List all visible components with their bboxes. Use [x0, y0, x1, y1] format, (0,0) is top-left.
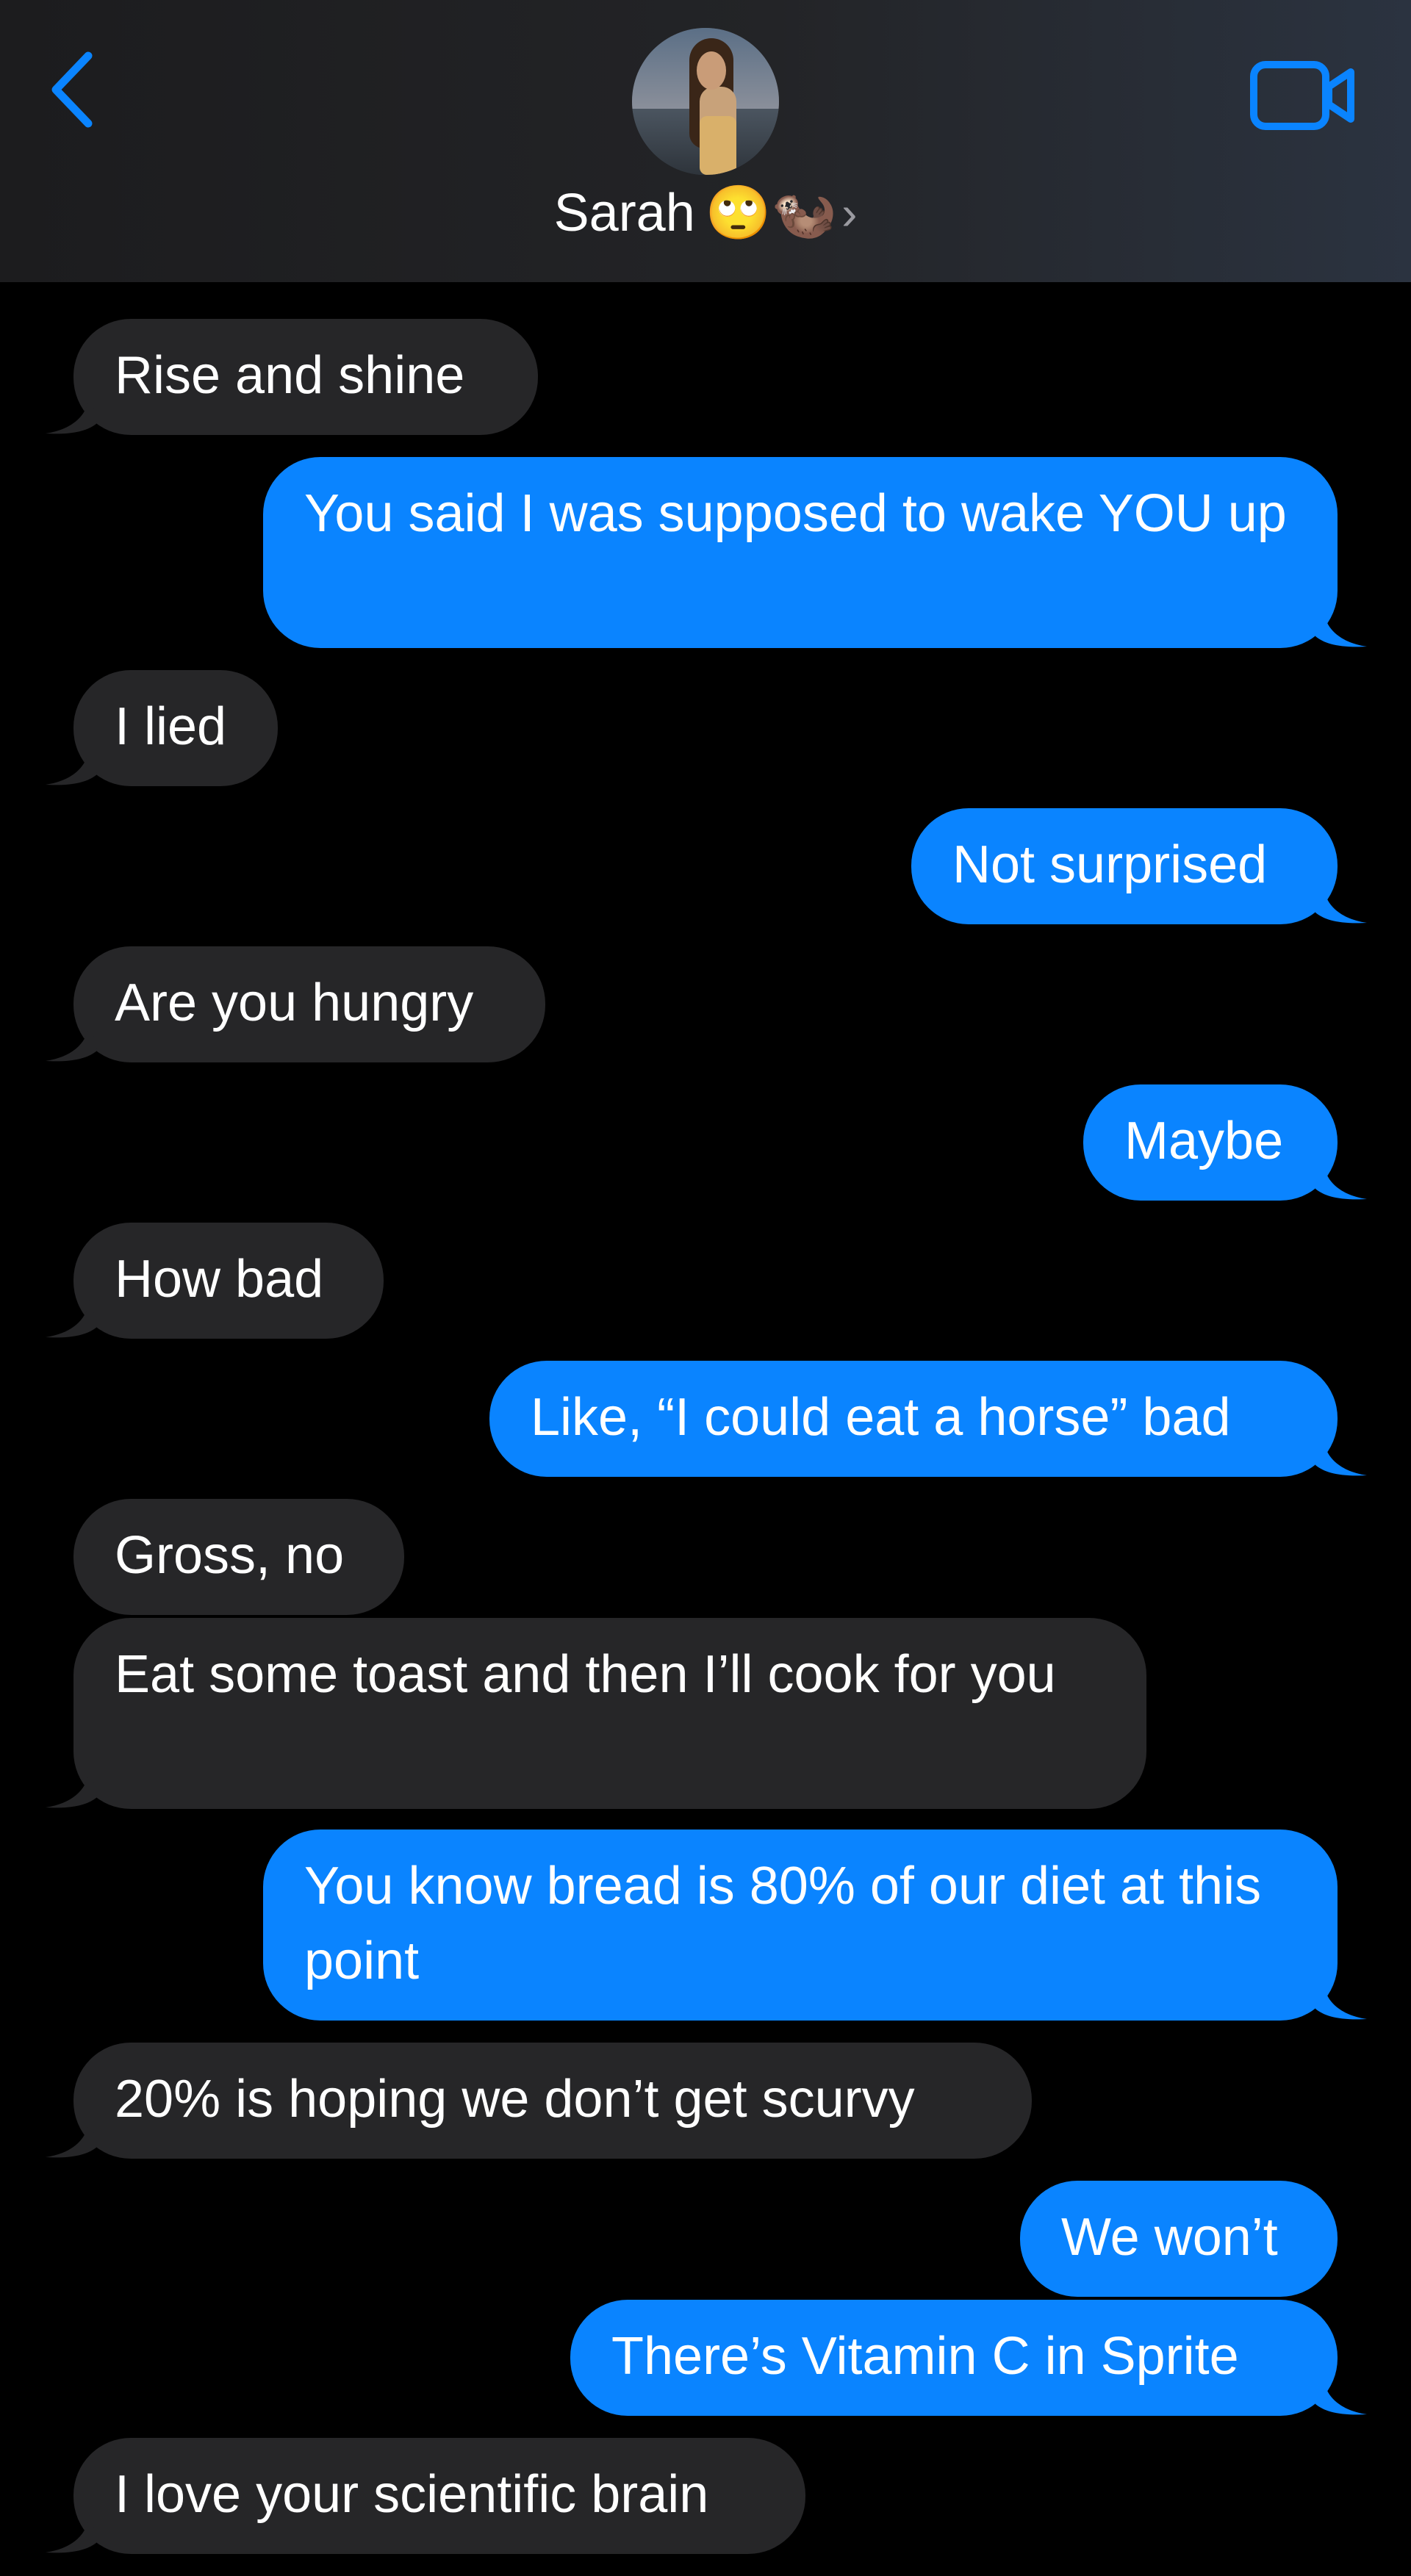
message-incoming[interactable]: 20% is hoping we don’t get scurvy — [73, 2043, 1032, 2159]
bubble-tail-outgoing — [1315, 2372, 1367, 2415]
bubble-tail-outgoing — [1315, 1156, 1367, 1200]
message-outgoing[interactable]: Like, “I could eat a horse” bad — [489, 1361, 1338, 1477]
message-list[interactable]: Rise and shine You said I was supposed t… — [0, 0, 1411, 2576]
bubble-tail-incoming — [46, 391, 97, 434]
message-outgoing[interactable]: Not surprised — [911, 808, 1338, 924]
message-outgoing[interactable]: We won’t — [1020, 2181, 1338, 2297]
bubble-tail-outgoing — [1315, 1976, 1367, 2020]
bubble-tail-outgoing — [1315, 880, 1367, 924]
bubble-tail-incoming — [46, 2115, 97, 2158]
bubble-tail-incoming — [46, 742, 97, 785]
message-outgoing[interactable]: Maybe — [1083, 1084, 1338, 1201]
message-outgoing[interactable]: You said I was supposed to wake YOU up — [263, 457, 1338, 648]
bubble-tail-outgoing — [1315, 1433, 1367, 1476]
bubble-tail-incoming — [46, 1018, 97, 1062]
bubble-tail-incoming — [46, 1295, 97, 1338]
message-incoming[interactable]: Gross, no — [73, 1499, 404, 1615]
message-incoming[interactable]: I lied — [73, 670, 278, 786]
message-incoming[interactable]: Eat some toast and then I’ll cook for yo… — [73, 1618, 1146, 1809]
message-incoming[interactable]: I love your scientific brain — [73, 2438, 805, 2554]
bubble-tail-incoming — [46, 1765, 97, 1808]
message-incoming[interactable]: Rise and shine — [73, 319, 538, 435]
message-outgoing[interactable]: There’s Vitamin C in Sprite — [570, 2300, 1338, 2416]
message-incoming[interactable]: Are you hungry — [73, 946, 545, 1062]
message-incoming[interactable]: How bad — [73, 1223, 384, 1339]
bubble-tail-outgoing — [1315, 604, 1367, 647]
message-outgoing[interactable]: You know bread is 80% of our diet at thi… — [263, 1830, 1338, 2021]
bubble-tail-incoming — [46, 2510, 97, 2553]
